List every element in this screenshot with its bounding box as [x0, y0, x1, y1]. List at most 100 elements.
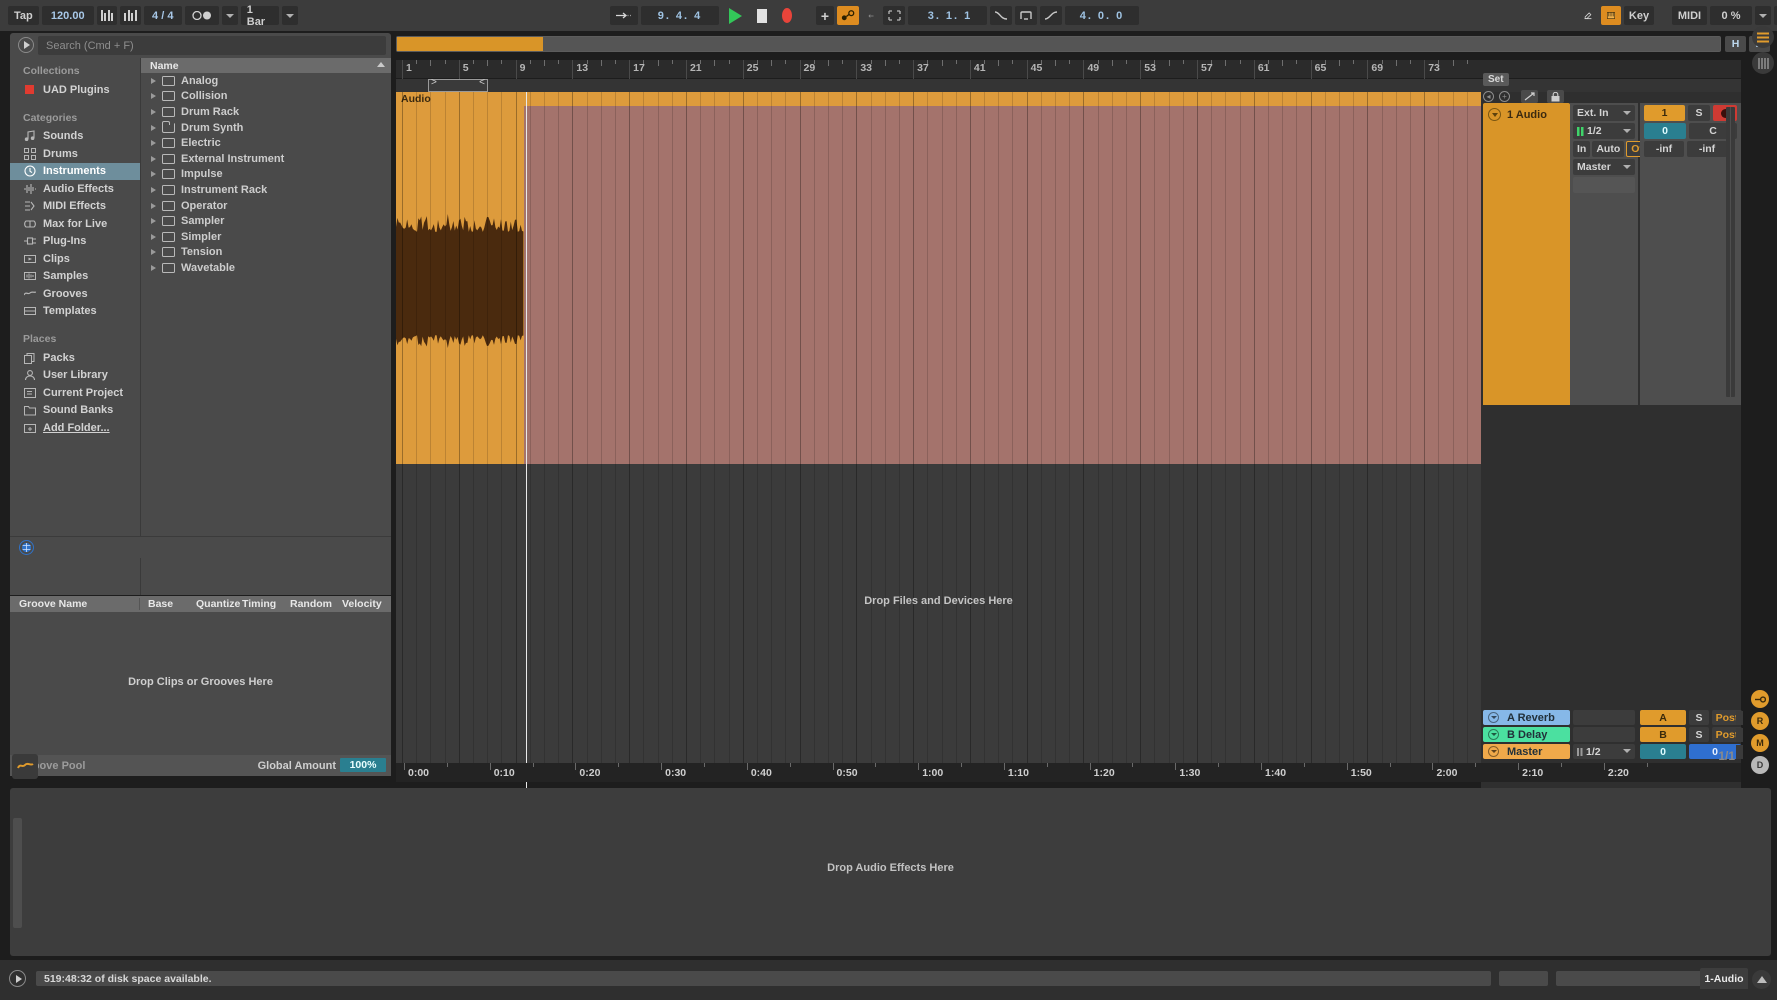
list-view-icon[interactable] [1751, 26, 1774, 48]
disclosure-triangle-icon[interactable] [151, 108, 156, 115]
track-name[interactable]: 1 Audio [1507, 109, 1547, 121]
disclosure-triangle-icon[interactable] [151, 218, 156, 225]
monitor-in-button[interactable]: In [1573, 141, 1591, 157]
loop-brace[interactable] [428, 77, 488, 92]
track-header[interactable]: 1 Audio [1483, 103, 1570, 405]
io-section-toggle[interactable] [1751, 690, 1769, 708]
browser-content-row[interactable]: Electric [141, 135, 391, 151]
record-quantize-icon[interactable] [184, 6, 219, 25]
sidebar-item-add-folder[interactable]: Add Folder... [10, 419, 140, 437]
expand-all-icon[interactable]: + [1499, 91, 1510, 102]
punch-in-icon[interactable] [610, 6, 638, 25]
global-amount-value[interactable]: 100% [340, 758, 386, 772]
return-b-output[interactable] [1573, 727, 1635, 742]
height-button[interactable]: H [1725, 36, 1746, 52]
disclosure-triangle-icon[interactable] [151, 77, 156, 84]
collapse-all-icon[interactable]: ◂ [1483, 91, 1494, 102]
browser-content-row[interactable]: Impulse [141, 167, 391, 183]
plus-icon[interactable]: + [816, 6, 834, 25]
sidebar-item-sounds[interactable]: Sounds [10, 128, 140, 146]
peak-left[interactable]: -inf [1644, 141, 1684, 157]
disclosure-triangle-icon[interactable] [151, 124, 156, 131]
quantize-dropdown-arrow-icon[interactable] [281, 6, 298, 25]
browser-content-row[interactable]: Tension [141, 245, 391, 261]
return-a-solo[interactable]: S [1689, 710, 1709, 725]
browser-content-row[interactable]: Simpler [141, 229, 391, 245]
loop-switch-icon[interactable] [1015, 6, 1037, 25]
record-icon[interactable] [776, 6, 798, 25]
lock-envelopes-icon[interactable] [1547, 90, 1564, 103]
browser-content-row[interactable]: Drum Synth [141, 120, 391, 136]
master-fold-icon[interactable] [1488, 746, 1499, 757]
expand-triangle-icon[interactable] [1752, 970, 1771, 989]
empty-arrangement-area[interactable] [396, 464, 1482, 763]
time-ruler[interactable]: 1/1 0:00 0:10 0:20 0:30 0:40 0:50 1:00 1:10 1:20… [396, 749, 1741, 782]
return-a-name[interactable]: A Reverb [1483, 710, 1570, 725]
quantize-value[interactable]: 1 Bar [240, 4, 279, 28]
sidebar-item-audio-effects[interactable]: Audio Effects [10, 180, 140, 198]
input-channel-select[interactable]: 1/2 [1573, 123, 1635, 139]
sidebar-item-sound-banks[interactable]: Sound Banks [10, 402, 140, 420]
returns-section-toggle[interactable]: R [1751, 712, 1769, 730]
groove-pool-icon[interactable] [12, 754, 38, 779]
tempo-field[interactable]: 120.00 [41, 6, 94, 25]
loop-icon[interactable] [883, 6, 905, 25]
delay-section-toggle[interactable]: D [1751, 756, 1769, 774]
status-play-icon[interactable] [9, 970, 26, 987]
return-b-name[interactable]: B Delay [1483, 727, 1570, 742]
computer-midi-keyboard-icon[interactable] [1601, 6, 1621, 25]
disclosure-triangle-icon[interactable] [151, 249, 156, 256]
track-solo-button[interactable]: S [1688, 105, 1710, 121]
browser-content-row[interactable]: Sampler [141, 213, 391, 229]
punch-out-icon[interactable] [1040, 6, 1062, 25]
track-pan[interactable]: 0 [1644, 123, 1686, 139]
browser-content-row[interactable]: Drum Rack [141, 104, 391, 120]
device-view[interactable]: Drop Audio Effects Here [10, 788, 1771, 956]
sort-ascending-icon[interactable] [377, 62, 385, 67]
master-volume[interactable]: 0 [1640, 744, 1686, 759]
browser-content-row[interactable]: Instrument Rack [141, 182, 391, 198]
sidebar-item-packs[interactable]: Packs [10, 349, 140, 367]
disclosure-triangle-icon[interactable] [151, 264, 156, 271]
browser-content-row[interactable]: Wavetable [141, 260, 391, 276]
arrangement-position[interactable]: 9. 4. 4 [641, 6, 719, 25]
monitor-auto-button[interactable]: Auto [1592, 141, 1625, 157]
track-volume[interactable]: 1 [1644, 105, 1685, 121]
browser-content-row[interactable]: Operator [141, 198, 391, 214]
sidebar-item-instruments[interactable]: Instruments [10, 162, 140, 180]
track-fold-icon[interactable] [1488, 108, 1501, 121]
sidebar-item-plug-ins[interactable]: Plug-Ins [10, 233, 140, 251]
sidebar-item-user-library[interactable]: User Library [10, 367, 140, 385]
back-to-arrangement-icon[interactable] [862, 6, 880, 25]
disclosure-triangle-icon[interactable] [151, 93, 156, 100]
playhead[interactable] [526, 92, 527, 821]
return-b-send[interactable]: B [1640, 727, 1686, 742]
mixer-section-toggle[interactable]: M [1751, 734, 1769, 752]
return-b-solo[interactable]: S [1689, 727, 1709, 742]
collection-item-uad-plugins[interactable]: UAD Plugins [10, 81, 140, 99]
sidebar-item-current-project[interactable]: Current Project [10, 384, 140, 402]
browser-content-row[interactable]: Analog [141, 73, 391, 89]
master-name[interactable]: Master [1483, 744, 1570, 759]
audio-from-select[interactable]: Ext. In [1573, 105, 1635, 121]
play-icon[interactable] [722, 6, 748, 25]
disclosure-triangle-icon[interactable] [151, 171, 156, 178]
disclosure-triangle-icon[interactable] [151, 202, 156, 209]
disclosure-triangle-icon[interactable] [151, 140, 156, 147]
master-output-select[interactable]: 1/2 [1573, 744, 1635, 759]
peak-right[interactable]: -inf [1687, 141, 1727, 157]
sidebar-item-drums[interactable]: Drums [10, 145, 140, 163]
groove-pool-body[interactable]: Drop Clips or Grooves Here [10, 612, 391, 753]
follow-dropdown-arrow-icon[interactable] [221, 6, 238, 25]
audio-to-select[interactable]: Master [1573, 159, 1635, 175]
fade-curve-icon[interactable] [990, 6, 1012, 25]
browser-content-row[interactable]: External Instrument [141, 151, 391, 167]
stop-icon[interactable] [751, 6, 773, 25]
sidebar-item-samples[interactable]: Samples [10, 268, 140, 286]
audio-track-lane[interactable]: Audio [396, 92, 1482, 464]
metronome-settings-icon[interactable] [120, 6, 141, 25]
meter-view-icon[interactable] [1751, 52, 1774, 74]
sidebar-item-max-for-live[interactable]: Max for Live [10, 215, 140, 233]
automation-arm-icon[interactable] [837, 6, 859, 25]
bar-ruler[interactable]: 1 5 9 13 17 21 25 29 33 37 41 45 49 53 57 61 65 69 73 [396, 60, 1741, 79]
